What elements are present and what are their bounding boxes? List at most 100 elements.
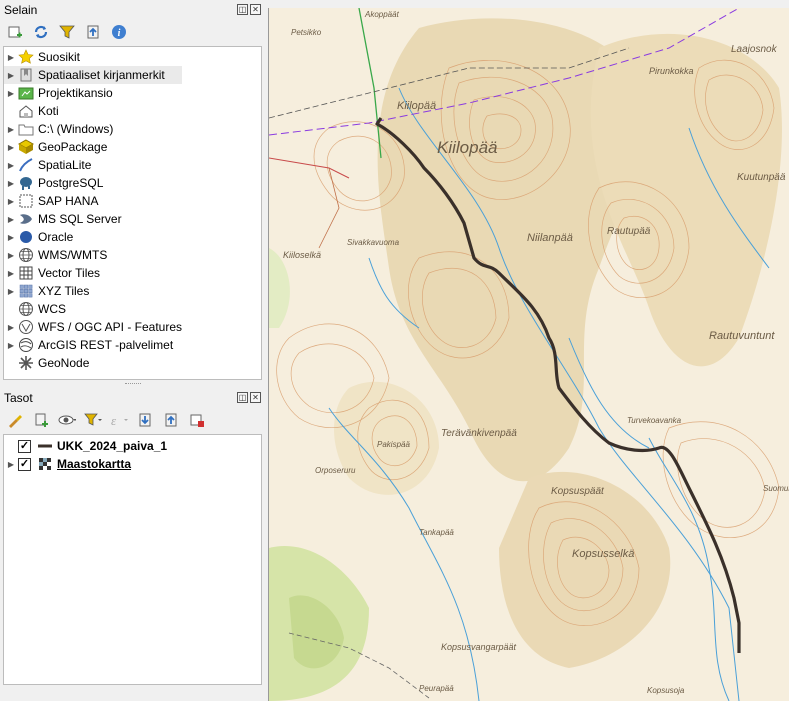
float-panel-button[interactable]: ◫	[237, 4, 248, 15]
expand-arrow-icon[interactable]: ▶	[4, 323, 18, 332]
browser-item-label: ArcGIS REST -palvelimet	[38, 338, 174, 352]
expand-arrow-icon[interactable]: ▶	[4, 233, 18, 242]
panel-splitter[interactable]	[0, 380, 265, 388]
postgresql-icon	[18, 175, 34, 191]
layer-checkbox[interactable]: ✓	[18, 457, 31, 471]
collapse-layers-icon[interactable]	[162, 411, 180, 429]
browser-item[interactable]: ▶ MS SQL Server	[4, 210, 261, 228]
browser-item-label: SAP HANA	[38, 194, 99, 208]
refresh-icon[interactable]	[32, 23, 50, 41]
browser-item-label: Projektikansio	[38, 86, 113, 100]
spatialite-icon	[18, 157, 34, 173]
expand-arrow-icon[interactable]: ▶	[4, 125, 18, 134]
map-place-label: Terävänkivenpää	[441, 428, 517, 439]
browser-item[interactable]: ▶ Projektikansio	[4, 84, 261, 102]
browser-item[interactable]: Koti	[4, 102, 261, 120]
svg-text:i: i	[118, 28, 121, 39]
map-place-label: Sivakkavuoma	[347, 238, 400, 247]
globe-icon	[18, 247, 34, 263]
drive-icon	[18, 121, 34, 137]
browser-item[interactable]: WCS	[4, 300, 261, 318]
project-folder-icon	[18, 85, 34, 101]
hana-icon	[18, 193, 34, 209]
collapse-all-icon[interactable]	[84, 23, 102, 41]
browser-item[interactable]: ▶ SpatiaLite	[4, 156, 261, 174]
map-place-label: Kopsusvangarpäät	[441, 642, 517, 652]
expand-arrow-icon[interactable]: ▶	[4, 215, 18, 224]
remove-layer-icon[interactable]	[188, 411, 206, 429]
layer-name: Maastokartta	[57, 457, 132, 471]
browser-item-label: C:\ (Windows)	[38, 122, 114, 136]
browser-item[interactable]: ▶ Spatiaaliset kirjanmerkit	[4, 66, 182, 84]
browser-item[interactable]: ▶ GeoPackage	[4, 138, 261, 156]
browser-item[interactable]: ▶ C:\ (Windows)	[4, 120, 261, 138]
expand-arrow-icon[interactable]: ▶	[4, 269, 18, 278]
browser-item[interactable]: ▶ WFS / OGC API - Features	[4, 318, 261, 336]
expand-arrow-icon[interactable]: ▶	[4, 161, 18, 170]
xyz-tiles-icon	[18, 283, 34, 299]
oracle-icon	[18, 229, 34, 245]
expand-arrow-icon[interactable]: ▶	[4, 143, 18, 152]
browser-item-label: WMS/WMTS	[38, 248, 108, 262]
map-place-label: Petsikko	[291, 28, 322, 37]
wfs-icon	[18, 319, 34, 335]
browser-title: Selain	[4, 3, 38, 17]
add-layer-icon[interactable]	[6, 23, 24, 41]
visibility-icon[interactable]	[58, 411, 76, 429]
browser-item[interactable]: ▶ PostgreSQL	[4, 174, 261, 192]
map-place-label: Kopsusselkä	[572, 548, 635, 560]
expand-all-icon[interactable]	[136, 411, 154, 429]
expand-arrow-icon[interactable]: ▶	[4, 251, 18, 260]
float-panel-button[interactable]: ◫	[237, 392, 248, 403]
mssql-icon	[18, 211, 34, 227]
map-canvas[interactable]: Kiilopää Kiilopää Niilanpää Rautupää Rautuvu…	[268, 8, 789, 701]
layer-row[interactable]: ✓ UKK_2024_paiva_1	[4, 437, 261, 455]
expand-arrow-icon[interactable]: ▶	[4, 287, 18, 296]
browser-item-label: XYZ Tiles	[38, 284, 90, 298]
browser-item[interactable]: ▶ Vector Tiles	[4, 264, 261, 282]
expand-arrow-icon[interactable]: ▶	[4, 89, 18, 98]
map-place-label: Kopsusoja	[647, 686, 685, 695]
add-group-icon[interactable]	[32, 411, 50, 429]
expand-arrow-icon[interactable]: ▶	[4, 179, 18, 188]
map-place-label: Niilanpää	[527, 232, 573, 244]
browser-item[interactable]: ▶ Oracle	[4, 228, 261, 246]
browser-item-label: Suosikit	[38, 50, 81, 64]
browser-item[interactable]: ▶ XYZ Tiles	[4, 282, 261, 300]
browser-item[interactable]: GeoNode	[4, 354, 261, 372]
browser-item[interactable]: ▶ WMS/WMTS	[4, 246, 261, 264]
filter-icon[interactable]	[58, 23, 76, 41]
arcgis-icon	[18, 337, 34, 353]
layers-panel-title: Tasot ◫ ✕	[0, 388, 265, 408]
expand-arrow-icon[interactable]: ▶	[4, 53, 18, 62]
expression-filter-icon: ε	[110, 411, 128, 429]
browser-item[interactable]: ▶ ArcGIS REST -palvelimet	[4, 336, 261, 354]
map-place-label: Turvekoavanka	[627, 416, 682, 425]
filter-legend-icon[interactable]	[84, 411, 102, 429]
map-place-label: Akoppäät	[365, 10, 399, 19]
topographic-map[interactable]	[269, 8, 789, 701]
browser-item-label: Spatiaaliset kirjanmerkit	[38, 68, 165, 82]
browser-item-label: Vector Tiles	[38, 266, 101, 280]
expand-arrow-icon[interactable]: ▶	[4, 71, 18, 80]
style-panel-icon[interactable]	[6, 411, 24, 429]
left-panels: Selain ◫ ✕ i ▶ Suosikit ▶ Spatiaaliset kirj…	[0, 0, 265, 701]
vector-tiles-icon	[18, 265, 34, 281]
layer-checkbox[interactable]: ✓	[18, 439, 31, 453]
close-panel-button[interactable]: ✕	[250, 4, 261, 15]
expand-arrow-icon[interactable]: ▶	[4, 341, 18, 350]
map-place-label: Orposeruru	[315, 466, 356, 475]
layer-row[interactable]: ▶ ✓ Maastokartta	[4, 455, 261, 473]
close-panel-button[interactable]: ✕	[250, 392, 261, 403]
browser-item-label: Koti	[38, 104, 59, 118]
browser-item[interactable]: ▶ SAP HANA	[4, 192, 261, 210]
globe-icon	[18, 301, 34, 317]
expand-arrow-icon[interactable]: ▶	[4, 460, 18, 469]
layer-name: UKK_2024_paiva_1	[57, 439, 168, 453]
info-icon[interactable]: i	[110, 23, 128, 41]
map-place-label: Suomukk	[763, 484, 789, 493]
browser-item[interactable]: ▶ Suosikit	[4, 48, 261, 66]
home-icon	[18, 103, 34, 119]
expand-arrow-icon[interactable]: ▶	[4, 197, 18, 206]
map-place-label: Kuutunpää	[737, 172, 786, 183]
